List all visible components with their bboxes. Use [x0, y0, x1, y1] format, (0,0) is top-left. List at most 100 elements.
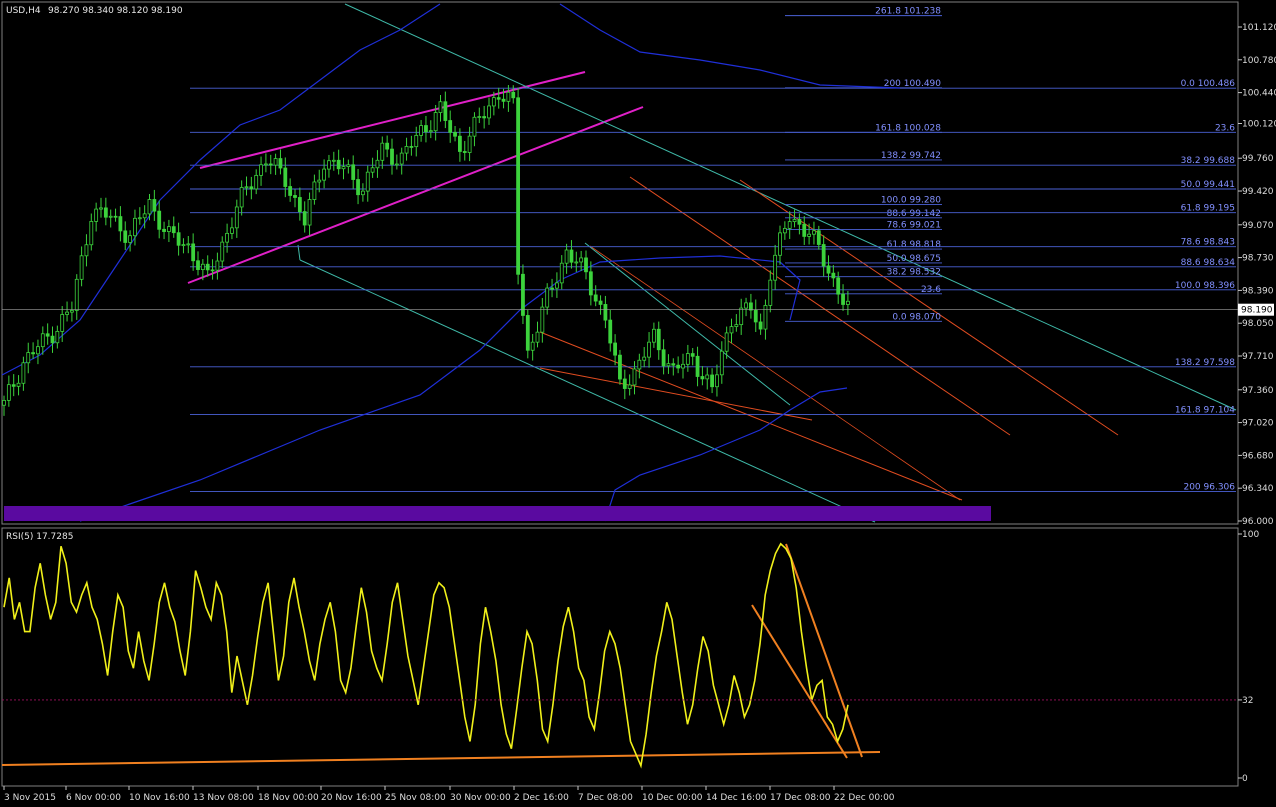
candle-body [288, 186, 293, 196]
candle-body [254, 174, 259, 190]
candle-body [385, 142, 390, 150]
candle-body [278, 158, 283, 169]
candle-body [263, 163, 268, 166]
candle-body [574, 261, 579, 264]
candle-body [336, 159, 341, 170]
candle-body [433, 112, 438, 132]
candle-body [157, 210, 162, 230]
candle-body [60, 314, 65, 332]
time-tick-label: 6 Nov 00:00 [66, 793, 121, 803]
moving-average-3 [79, 255, 801, 522]
purple-zone-band [4, 506, 991, 521]
candle-body [627, 384, 632, 389]
candle-body [302, 211, 307, 226]
candle-body [118, 216, 123, 232]
candle-body [787, 221, 792, 229]
price-trendlines [187, 3, 1237, 523]
rsi-tick-label: 100 [1242, 530, 1259, 540]
chart-canvas[interactable]: 261.8 101.238200 100.490161.8 100.028138… [0, 0, 1276, 807]
candle-body [380, 142, 385, 161]
candle-body [322, 168, 327, 181]
rsi-series [3, 542, 849, 769]
candle-body [341, 166, 346, 170]
candle-body [656, 328, 661, 351]
candle-body [749, 302, 753, 311]
candle-body [453, 131, 457, 137]
candle-body [26, 352, 31, 364]
candle-body [443, 101, 448, 121]
candle-body [74, 278, 79, 311]
fib-level-label: 88.6 98.634 [1181, 258, 1236, 268]
candle-body [70, 310, 74, 313]
rsi-tick-label: 0 [1242, 774, 1248, 784]
candle-body [181, 244, 186, 247]
candle-body [831, 272, 836, 279]
fib-level-label: 161.8 100.028 [875, 123, 941, 133]
time-tick-label: 7 Dec 08:00 [578, 793, 633, 803]
candle-body [191, 243, 196, 262]
candle-body [719, 350, 724, 376]
candle-body [457, 135, 462, 152]
candle-body [142, 213, 147, 219]
candle-body [293, 195, 297, 198]
candle-body [593, 294, 598, 302]
time-tick-label: 25 Nov 08:00 [385, 793, 446, 803]
candle-body [234, 206, 239, 229]
moving-average-2 [559, 3, 901, 89]
candle-body [11, 384, 16, 387]
candle-body [268, 163, 273, 166]
support-line [539, 367, 813, 421]
candle-body [739, 307, 744, 326]
candle-body [162, 228, 166, 232]
candle-body [327, 160, 331, 170]
time-tick-label: 18 Nov 00:00 [258, 793, 319, 803]
candle-body [297, 197, 302, 213]
candle-body [108, 215, 113, 218]
candle-body [215, 260, 220, 271]
candle-body [613, 342, 617, 356]
candle-body [196, 260, 200, 270]
fib-level-label: 0.0 100.486 [1181, 79, 1236, 89]
price-tick-label: 96.680 [1242, 451, 1274, 461]
time-tick-label: 14 Dec 16:00 [706, 793, 767, 803]
price-tick-label: 100.120 [1242, 119, 1276, 129]
candle-body [419, 125, 424, 136]
candle-body [559, 262, 564, 284]
candle-body [307, 199, 312, 226]
candle-body [836, 277, 841, 295]
candle-body [564, 249, 569, 264]
price-tick-label: 96.340 [1242, 484, 1274, 494]
price-tick-label: 96.000 [1242, 517, 1274, 527]
candle-body [283, 167, 288, 187]
price-tick-label: 98.050 [1242, 319, 1274, 329]
fib-level-label: 138.2 99.742 [881, 151, 941, 161]
candle-body [516, 97, 520, 275]
candle-body [220, 241, 225, 262]
fib-level-label: 100.0 99.280 [881, 196, 941, 206]
candle-body [618, 354, 622, 380]
candle-body [710, 374, 714, 388]
candle-body [16, 382, 21, 387]
candle-body [841, 293, 845, 305]
candle-body [685, 353, 690, 365]
fib-level-label: 88.6 99.142 [887, 209, 941, 219]
candle-body [467, 135, 472, 153]
candle-body [133, 217, 137, 237]
candle-body [312, 181, 317, 200]
fib-level-label: 78.6 99.021 [887, 221, 941, 231]
candle-body [356, 179, 360, 196]
candle-body [477, 116, 482, 118]
candle-body [812, 230, 816, 235]
candle-body [525, 315, 530, 351]
moving-average-1 [1, 3, 441, 376]
candle-body [462, 151, 467, 153]
price-tick-label: 100.780 [1242, 56, 1276, 66]
symbol-timeframe: USD,H4 [6, 6, 41, 16]
candle-body [225, 232, 230, 243]
time-tick-label: 13 Nov 08:00 [193, 793, 254, 803]
time-tick-label: 17 Dec 08:00 [770, 793, 831, 803]
candle-body [579, 257, 584, 263]
candle-body [331, 159, 336, 162]
candle-body [792, 219, 797, 223]
candle-body [399, 152, 404, 165]
